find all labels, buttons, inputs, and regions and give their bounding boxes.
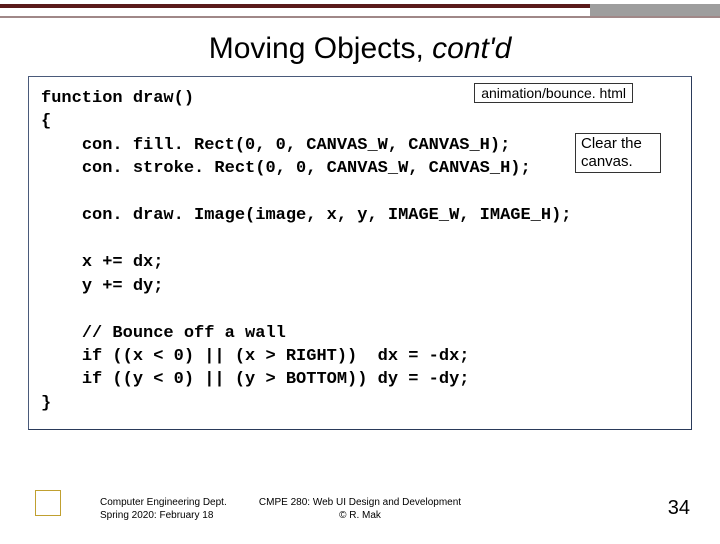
- file-label: animation/bounce. html: [474, 83, 633, 103]
- page-number: 34: [668, 497, 690, 520]
- footer-mid: CMPE 280: Web UI Design and Development …: [0, 496, 720, 522]
- code-box: animation/bounce. html Clear the canvas.…: [28, 76, 692, 430]
- title-emphasis: cont'd: [432, 32, 511, 65]
- footer: Computer Engineering Dept. Spring 2020: …: [0, 478, 720, 526]
- rule-thin: [0, 16, 720, 18]
- annotation-box: Clear the canvas.: [575, 133, 661, 173]
- footer-mid-line1: CMPE 280: Web UI Design and Development: [0, 496, 720, 509]
- slide-title: Moving Objects, cont'd: [0, 32, 720, 66]
- footer-mid-line2: © R. Mak: [0, 509, 720, 522]
- top-grey-block: [590, 4, 720, 16]
- title-text: Moving Objects,: [209, 32, 432, 65]
